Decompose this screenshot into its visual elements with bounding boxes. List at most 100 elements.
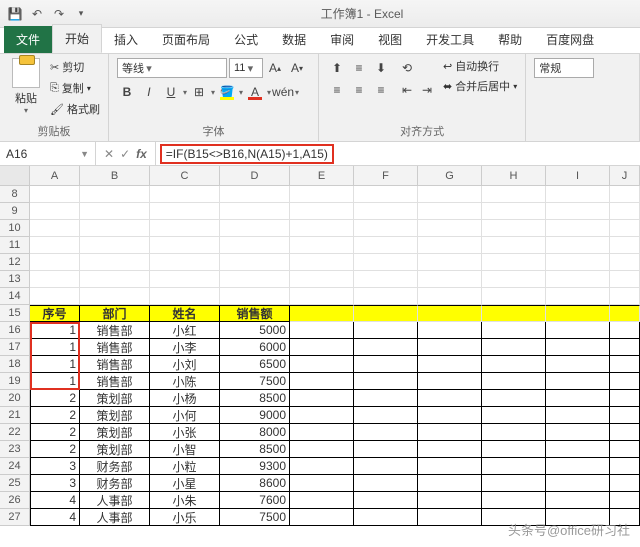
row-header[interactable]: 17 — [0, 339, 30, 356]
cell[interactable] — [610, 237, 640, 254]
underline-button[interactable]: U — [161, 82, 181, 102]
indent-decrease-icon[interactable]: ⇤ — [397, 80, 417, 100]
cell[interactable] — [290, 254, 354, 271]
row-header[interactable]: 14 — [0, 288, 30, 305]
cell[interactable]: 7500 — [220, 373, 290, 390]
cell[interactable] — [418, 254, 482, 271]
row-header[interactable]: 13 — [0, 271, 30, 288]
row-header[interactable]: 26 — [0, 492, 30, 509]
cell[interactable] — [546, 237, 610, 254]
cell[interactable] — [418, 237, 482, 254]
cell[interactable] — [290, 509, 354, 526]
cell[interactable] — [290, 186, 354, 203]
cell[interactable] — [354, 458, 418, 475]
cell[interactable] — [482, 288, 546, 305]
cell[interactable] — [290, 288, 354, 305]
row-header[interactable]: 9 — [0, 203, 30, 220]
cell[interactable] — [610, 424, 640, 441]
cell[interactable]: 小红 — [150, 322, 220, 339]
row-header[interactable]: 12 — [0, 254, 30, 271]
cell[interactable]: 策划部 — [80, 441, 150, 458]
bold-button[interactable]: B — [117, 82, 137, 102]
cell[interactable]: 3 — [30, 458, 80, 475]
cell[interactable]: 销售部 — [80, 339, 150, 356]
cell[interactable] — [610, 339, 640, 356]
cell[interactable] — [290, 339, 354, 356]
cell[interactable] — [80, 288, 150, 305]
cell[interactable] — [290, 492, 354, 509]
cell[interactable]: 小粒 — [150, 458, 220, 475]
cell[interactable] — [482, 475, 546, 492]
font-name-combo[interactable]: 等线▾ — [117, 58, 227, 78]
row-header[interactable]: 11 — [0, 237, 30, 254]
row-header[interactable]: 21 — [0, 407, 30, 424]
cell[interactable]: 销售部 — [80, 322, 150, 339]
row-header[interactable]: 22 — [0, 424, 30, 441]
cell[interactable] — [150, 203, 220, 220]
phonetic-button[interactable]: wén — [273, 82, 293, 102]
cell[interactable]: 小刘 — [150, 356, 220, 373]
cell[interactable]: 6000 — [220, 339, 290, 356]
cell[interactable] — [546, 356, 610, 373]
col-header-F[interactable]: F — [354, 166, 418, 185]
cell[interactable] — [546, 407, 610, 424]
cell[interactable] — [354, 186, 418, 203]
cut-button[interactable]: ✂剪切 — [50, 58, 100, 76]
cell[interactable]: 1 — [30, 373, 80, 390]
cell[interactable] — [482, 492, 546, 509]
cell[interactable] — [290, 390, 354, 407]
tab-layout[interactable]: 页面布局 — [150, 26, 222, 53]
row-header[interactable]: 27 — [0, 509, 30, 526]
cell[interactable] — [290, 407, 354, 424]
cell[interactable] — [610, 373, 640, 390]
tab-dev[interactable]: 开发工具 — [414, 26, 486, 53]
align-top-icon[interactable]: ⬆ — [327, 58, 347, 78]
cell[interactable] — [482, 186, 546, 203]
cell[interactable] — [418, 220, 482, 237]
cell[interactable] — [354, 305, 418, 322]
cell[interactable] — [546, 288, 610, 305]
cell[interactable] — [290, 475, 354, 492]
cell[interactable] — [220, 254, 290, 271]
cell[interactable] — [354, 390, 418, 407]
cell[interactable] — [220, 288, 290, 305]
fill-color-button[interactable]: 🪣 — [217, 82, 237, 102]
cell[interactable] — [610, 288, 640, 305]
col-header-G[interactable]: G — [418, 166, 482, 185]
cell[interactable]: 销售额 — [220, 305, 290, 322]
cell[interactable]: 人事部 — [80, 509, 150, 526]
cancel-formula-icon[interactable]: ✕ — [104, 147, 114, 161]
orientation-icon[interactable]: ⟲ — [397, 58, 417, 78]
cell[interactable] — [482, 271, 546, 288]
cell[interactable] — [482, 305, 546, 322]
col-header-D[interactable]: D — [220, 166, 290, 185]
cell[interactable]: 7600 — [220, 492, 290, 509]
cell[interactable]: 小李 — [150, 339, 220, 356]
cell[interactable]: 小乐 — [150, 509, 220, 526]
tab-insert[interactable]: 插入 — [102, 26, 150, 53]
cell[interactable] — [418, 339, 482, 356]
cell[interactable] — [290, 220, 354, 237]
cell[interactable]: 策划部 — [80, 407, 150, 424]
redo-icon[interactable]: ↷ — [50, 5, 68, 23]
cell[interactable] — [610, 458, 640, 475]
row-header[interactable]: 10 — [0, 220, 30, 237]
cell[interactable] — [610, 475, 640, 492]
cell[interactable]: 3 — [30, 475, 80, 492]
align-bottom-icon[interactable]: ⬇ — [371, 58, 391, 78]
cell[interactable] — [418, 424, 482, 441]
cell[interactable] — [418, 373, 482, 390]
cell[interactable] — [150, 271, 220, 288]
cell[interactable] — [546, 492, 610, 509]
cell[interactable] — [546, 186, 610, 203]
cell[interactable] — [150, 220, 220, 237]
cell[interactable] — [354, 356, 418, 373]
cell[interactable] — [30, 220, 80, 237]
tab-baidu[interactable]: 百度网盘 — [534, 26, 606, 53]
cell[interactable] — [418, 356, 482, 373]
cell[interactable] — [354, 271, 418, 288]
cell[interactable] — [80, 237, 150, 254]
cell[interactable] — [546, 254, 610, 271]
cell[interactable] — [418, 441, 482, 458]
cell[interactable] — [546, 390, 610, 407]
